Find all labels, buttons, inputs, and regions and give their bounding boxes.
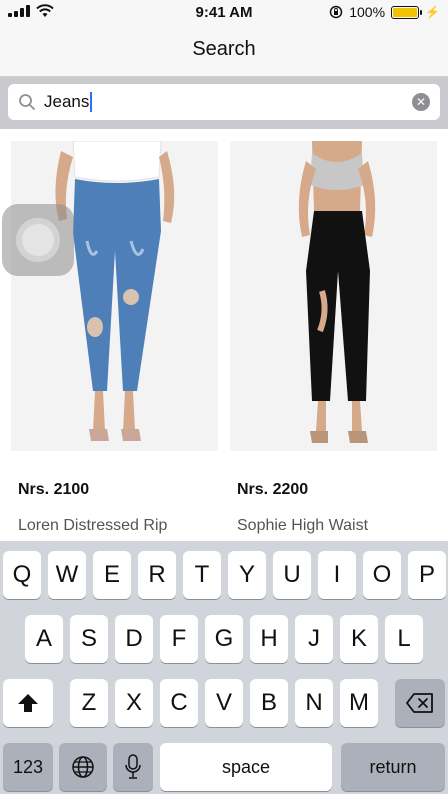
key-r[interactable]: R: [138, 551, 176, 599]
microphone-icon: [125, 754, 141, 779]
shift-icon: [18, 694, 38, 712]
globe-icon: [72, 756, 94, 778]
search-field[interactable]: Jeans ✕: [8, 84, 440, 120]
text-caret: [90, 92, 93, 112]
product-name: Sophie High Waist: [237, 517, 369, 534]
search-bar: Jeans ✕: [0, 77, 448, 129]
key-g[interactable]: G: [205, 615, 243, 663]
battery-icon: [391, 5, 423, 19]
globe-key[interactable]: [59, 743, 107, 791]
black-jeans-image: [230, 141, 437, 451]
search-input[interactable]: Jeans: [44, 92, 93, 112]
backspace-icon: [406, 693, 433, 713]
return-key[interactable]: return: [341, 743, 445, 791]
assistive-touch-button[interactable]: [2, 204, 74, 276]
key-c[interactable]: C: [160, 679, 198, 727]
key-b[interactable]: B: [250, 679, 288, 727]
product-card[interactable]: Nrs. 2200 Sophie High Waist: [230, 141, 437, 541]
product-image[interactable]: [230, 141, 437, 451]
blue-jeans-image: [11, 141, 218, 451]
key-v[interactable]: V: [205, 679, 243, 727]
product-price: Nrs. 2100: [18, 481, 90, 498]
key-e[interactable]: E: [93, 551, 131, 599]
orientation-lock-icon: [329, 5, 343, 19]
status-bar: 9:41 AM 100% ⚡: [0, 0, 448, 26]
key-q[interactable]: Q: [3, 551, 41, 599]
product-price: Nrs. 2200: [237, 481, 309, 498]
product-card[interactable]: Nrs. 2100 Loren Distressed Rip: [11, 141, 218, 541]
key-i[interactable]: I: [318, 551, 356, 599]
key-o[interactable]: O: [363, 551, 401, 599]
shift-key[interactable]: [3, 679, 53, 727]
clear-icon[interactable]: ✕: [412, 93, 430, 111]
key-d[interactable]: D: [115, 615, 153, 663]
battery-level: [393, 7, 418, 17]
key-t[interactable]: T: [183, 551, 221, 599]
key-s[interactable]: S: [70, 615, 108, 663]
key-p[interactable]: P: [408, 551, 446, 599]
numbers-key[interactable]: 123: [3, 743, 53, 791]
key-y[interactable]: Y: [228, 551, 266, 599]
key-j[interactable]: J: [295, 615, 333, 663]
key-k[interactable]: K: [340, 615, 378, 663]
key-m[interactable]: M: [340, 679, 378, 727]
status-right: 100% ⚡: [329, 4, 440, 20]
microphone-key[interactable]: [113, 743, 153, 791]
battery-percent: 100%: [349, 4, 386, 20]
key-a[interactable]: A: [25, 615, 63, 663]
key-u[interactable]: U: [273, 551, 311, 599]
search-icon: [19, 94, 35, 110]
search-query: Jeans: [44, 92, 90, 111]
key-n[interactable]: N: [295, 679, 333, 727]
navigation-bar: Search: [0, 26, 448, 77]
key-w[interactable]: W: [48, 551, 86, 599]
key-z[interactable]: Z: [70, 679, 108, 727]
space-key[interactable]: space: [160, 743, 332, 791]
product-grid: Nrs. 2100 Loren Distressed Rip Nrs. 2200…: [0, 129, 448, 541]
assistive-touch-icon: [16, 218, 60, 262]
page-title: Search: [192, 38, 256, 60]
key-l[interactable]: L: [385, 615, 423, 663]
key-f[interactable]: F: [160, 615, 198, 663]
product-image[interactable]: [11, 141, 218, 451]
charging-icon: ⚡: [425, 5, 440, 19]
key-h[interactable]: H: [250, 615, 288, 663]
key-x[interactable]: X: [115, 679, 153, 727]
product-name: Loren Distressed Rip: [18, 517, 168, 534]
backspace-key[interactable]: [395, 679, 445, 727]
keyboard: Q W E R T Y U I O P A S D F G H J K L Z …: [0, 541, 448, 794]
